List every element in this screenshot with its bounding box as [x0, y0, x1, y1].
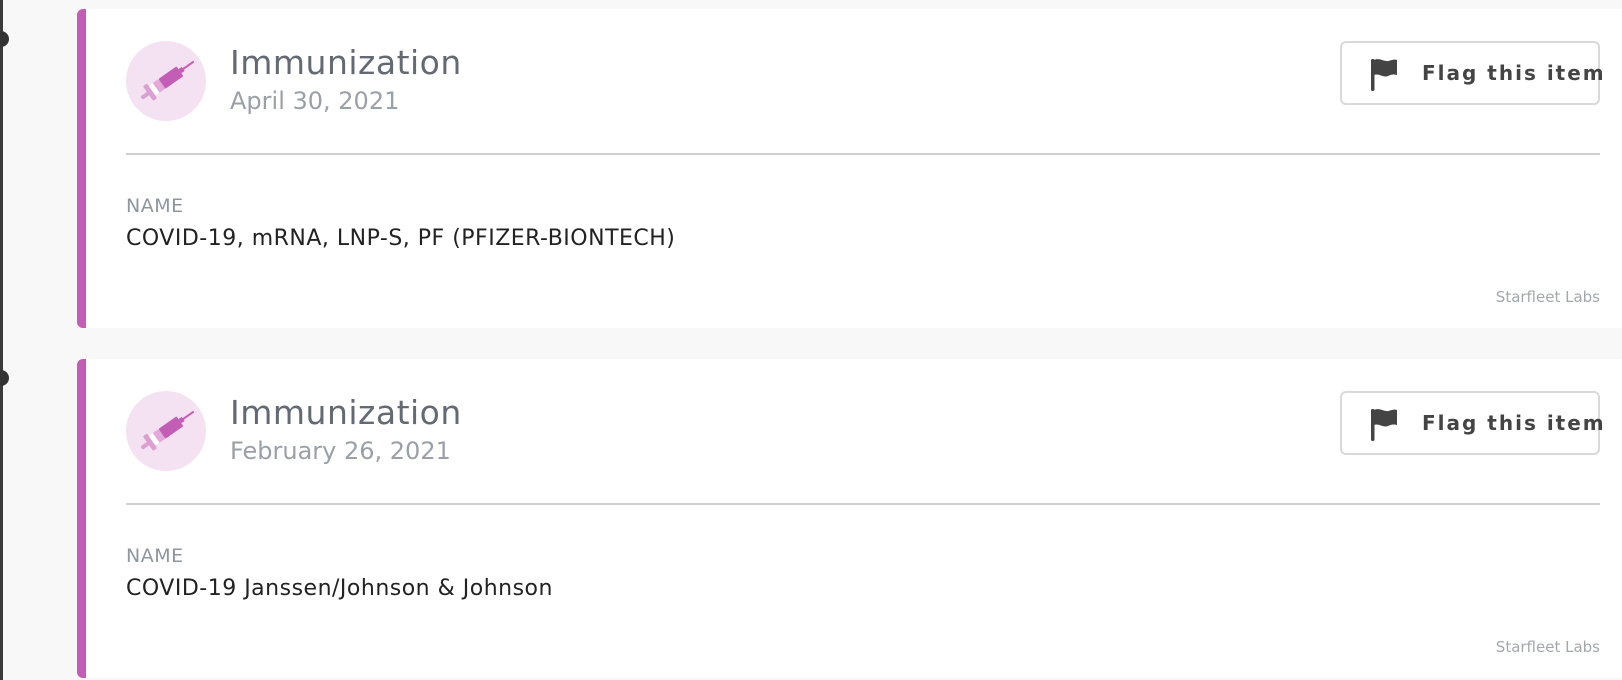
timeline-line: [0, 0, 3, 680]
divider: [126, 503, 1600, 505]
flag-icon: [1368, 407, 1400, 445]
timeline-dot: [0, 370, 9, 386]
immunization-card: Immunization April 30, 2021 Flag this it…: [77, 9, 1622, 328]
source-label: Starfleet Labs: [1495, 288, 1600, 306]
source-label: Starfleet Labs: [1495, 638, 1600, 656]
flag-icon: [1368, 57, 1400, 95]
syringe-icon: [126, 391, 206, 471]
flag-button-label: Flag this item: [1422, 411, 1606, 435]
card-date: April 30, 2021: [230, 87, 400, 115]
card-date: February 26, 2021: [230, 437, 451, 465]
flag-item-button[interactable]: Flag this item: [1340, 41, 1604, 105]
field-label: NAME: [126, 195, 184, 217]
card-title: Immunization: [230, 393, 462, 432]
field-label: NAME: [126, 545, 184, 567]
syringe-icon: [126, 41, 206, 121]
field-value: COVID-19 Janssen/Johnson & Johnson: [126, 576, 553, 601]
flag-item-button[interactable]: Flag this item: [1340, 391, 1604, 455]
card-title: Immunization: [230, 43, 462, 82]
flag-button-label: Flag this item: [1422, 61, 1606, 85]
field-value: COVID-19, mRNA, LNP-S, PF (PFIZER-BIONTE…: [126, 226, 676, 251]
divider: [126, 153, 1600, 155]
immunization-card: Immunization February 26, 2021 Flag this…: [77, 359, 1622, 678]
timeline-dot: [0, 31, 9, 47]
